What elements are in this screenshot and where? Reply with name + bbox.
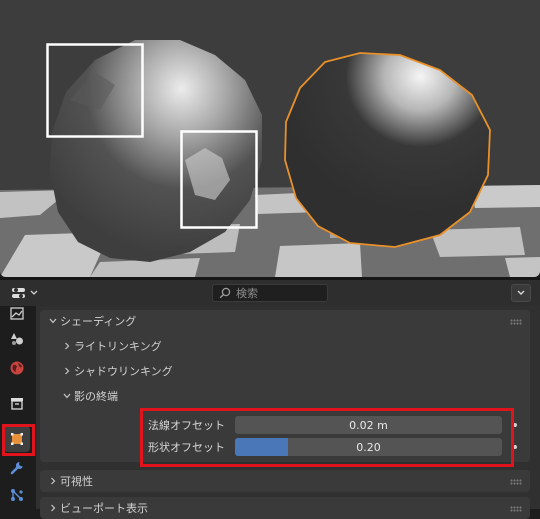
shadow-linking-label: シャドウリンキング [74,365,173,378]
header-options-button[interactable] [511,284,531,302]
shading-header[interactable]: シェーディング [46,310,136,332]
chevron-down-icon [60,391,74,401]
shadow-linking-header[interactable]: シャドウリンキング [60,360,173,382]
light-linking-label: ライトリンキング [74,340,162,353]
world-icon [10,361,24,375]
visibility-panel[interactable]: 可視性 [40,470,530,492]
search-placeholder: 検索 [236,287,258,300]
modifier-tab[interactable] [4,455,30,481]
wrench-icon [10,461,23,475]
properties-editor-icon [12,288,25,298]
properties-header: 検索 [0,280,540,306]
scene-icon [11,333,23,345]
drag-handle-icon[interactable] [510,479,522,485]
3d-viewport[interactable] [0,0,540,277]
chevron-right-icon [46,476,60,486]
offset-fields-highlight [140,408,514,467]
collection-tab[interactable] [4,390,30,416]
visibility-label: 可視性 [60,475,93,488]
chevron-right-icon [46,503,60,513]
right-sphere-selected[interactable] [284,52,491,248]
chevron-down-icon [517,290,525,295]
chevron-down-icon [30,290,38,295]
particles-icon [11,489,23,501]
chevron-right-icon [60,366,74,376]
shadow-terminator-header[interactable]: 影の終端 [60,385,118,407]
properties-tabs [0,306,34,509]
shadow-terminator-label: 影の終端 [74,390,118,403]
visibility-header[interactable]: 可視性 [46,470,93,492]
viewport-scene [0,40,540,277]
collection-icon [11,398,23,410]
render-tab[interactable] [4,300,30,326]
particles-tab[interactable] [4,482,30,508]
search-field[interactable]: 検索 [212,284,328,302]
drag-handle-icon[interactable] [510,506,522,512]
render-icon [10,307,24,320]
chevron-right-icon [60,341,74,351]
search-icon [219,287,231,299]
scene-tab[interactable] [4,326,30,352]
world-tab[interactable] [4,355,30,381]
shading-label: シェーディング [60,315,137,328]
viewport-display-panel[interactable]: ビューポート表示 [40,497,530,519]
object-tab-highlight [2,424,35,456]
drag-handle-icon[interactable] [510,319,522,325]
light-linking-header[interactable]: ライトリンキング [60,335,162,357]
chevron-down-icon [46,316,60,326]
viewport-display-label: ビューポート表示 [60,502,148,515]
viewport-display-header[interactable]: ビューポート表示 [46,497,148,519]
